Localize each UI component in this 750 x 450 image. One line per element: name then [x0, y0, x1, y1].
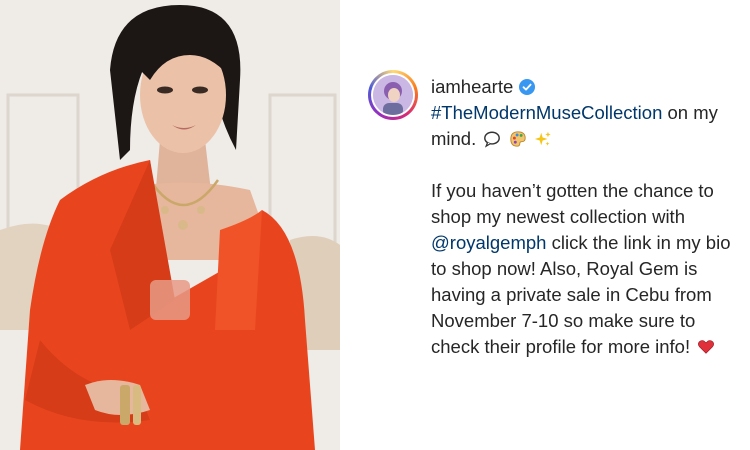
caption-line-mind: mind. [431, 126, 731, 152]
caption-text-1: on my [662, 102, 718, 123]
caption-body-1: If you haven’t gotten the chance to shop… [431, 180, 714, 227]
sparkles-icon [534, 131, 551, 146]
red-heart-icon [698, 340, 715, 354]
username-line: iamhearte [431, 74, 731, 100]
hashtag-link[interactable]: #TheModernMuseCollection [431, 102, 662, 123]
post-caption: iamhearte #TheModernMuseCollection on my… [431, 74, 731, 360]
story-ring[interactable] [368, 70, 418, 120]
caption-paragraph: If you haven’t gotten the chance to shop… [431, 178, 731, 360]
mention-link[interactable]: @royalgemph [431, 232, 546, 253]
caption-line-hashtag: #TheModernMuseCollection on my [431, 100, 731, 126]
speech-bubble-icon [484, 131, 501, 148]
username[interactable]: iamhearte [431, 74, 513, 100]
avatar-frame [371, 73, 415, 117]
artist-palette-icon [509, 131, 526, 147]
verified-badge-icon [519, 79, 536, 95]
caption-text-2: mind. [431, 128, 482, 149]
post-caption-panel: iamhearte #TheModernMuseCollection on my… [340, 0, 750, 450]
avatar[interactable] [373, 75, 413, 115]
post-photo [0, 0, 340, 450]
portrait-illustration [0, 0, 340, 450]
avatar-illustration [373, 75, 413, 115]
